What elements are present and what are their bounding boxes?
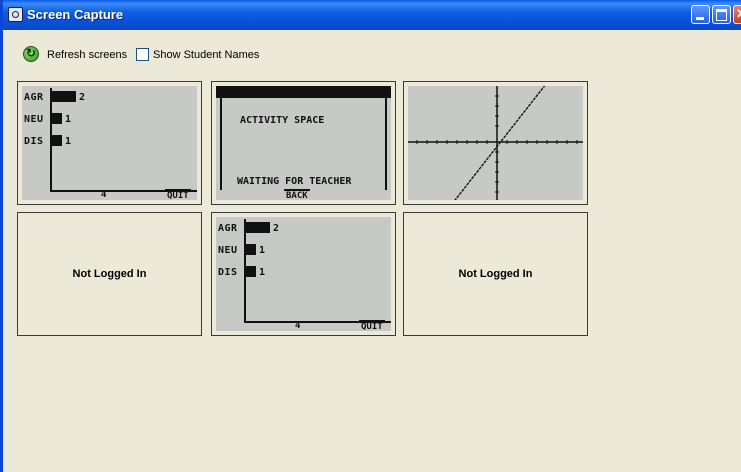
bar-label: AGR (218, 223, 238, 234)
not-logged-in-label: Not Logged In (72, 268, 147, 280)
screen-header-bar (216, 86, 391, 98)
graph-plot (408, 83, 583, 205)
screen-capture-window: Screen Capture Refresh screens Show Stud… (0, 0, 741, 472)
activity-heading: ACTIVITY SPACE (240, 115, 325, 126)
bar-value: 2 (273, 223, 280, 234)
bar-value: 1 (65, 136, 72, 147)
bar-agr (52, 91, 76, 102)
bar-value: 2 (79, 92, 86, 103)
calculator-screen: AGR NEU DIS 2 1 1 4 QUIT (22, 86, 197, 201)
show-student-names-checkbox[interactable] (136, 48, 149, 61)
quit-softkey: QUIT (165, 189, 191, 201)
bar-value: 1 (259, 267, 266, 278)
bar-label: DIS (24, 136, 44, 147)
close-icon[interactable] (733, 5, 741, 24)
bar-neu (246, 244, 256, 255)
bar-neu (52, 113, 62, 124)
bar-value: 1 (65, 114, 72, 125)
quit-softkey: QUIT (359, 320, 385, 332)
waiting-message: WAITING FOR TEACHER (237, 176, 352, 187)
student-screen-tile[interactable]: AGR NEU DIS 2 1 1 4 QUIT (211, 212, 396, 336)
window-title: Screen Capture (27, 7, 124, 22)
back-softkey: BACK (284, 189, 310, 201)
calculator-screen (408, 83, 583, 205)
axis-label: 4 (101, 190, 107, 200)
student-screen-tile[interactable]: ACTIVITY SPACE WAITING FOR TEACHER BACK (211, 81, 396, 205)
show-student-names-label: Show Student Names (153, 49, 260, 61)
refresh-screens-label: Refresh screens (47, 49, 128, 61)
bar-value: 1 (259, 245, 266, 256)
frame-left (220, 98, 222, 190)
student-screen-tile[interactable] (403, 81, 588, 205)
minimize-icon[interactable] (691, 5, 710, 24)
app-icon (8, 7, 23, 22)
bar-label: NEU (24, 114, 44, 125)
bar-label: DIS (218, 267, 238, 278)
calculator-screen: AGR NEU DIS 2 1 1 4 QUIT (216, 217, 391, 332)
student-screen-tile[interactable]: Not Logged In (403, 212, 588, 336)
axis-label: 4 (295, 321, 301, 331)
bar-agr (246, 222, 270, 233)
bar-label: AGR (24, 92, 44, 103)
student-screen-tile[interactable]: Not Logged In (17, 212, 202, 336)
refresh-screens-button[interactable]: Refresh screens (23, 46, 133, 64)
maximize-icon[interactable] (712, 5, 731, 24)
refresh-icon (23, 46, 39, 62)
calculator-screen: ACTIVITY SPACE WAITING FOR TEACHER BACK (216, 86, 391, 201)
bar-dis (246, 266, 256, 277)
frame-right (385, 98, 387, 190)
bar-label: NEU (218, 245, 238, 256)
graph-line (451, 83, 547, 205)
title-bar[interactable]: Screen Capture (3, 0, 741, 30)
bar-dis (52, 135, 62, 146)
student-screen-tile[interactable]: AGR NEU DIS 2 1 1 4 QUIT (17, 81, 202, 205)
not-logged-in-label: Not Logged In (458, 268, 533, 280)
